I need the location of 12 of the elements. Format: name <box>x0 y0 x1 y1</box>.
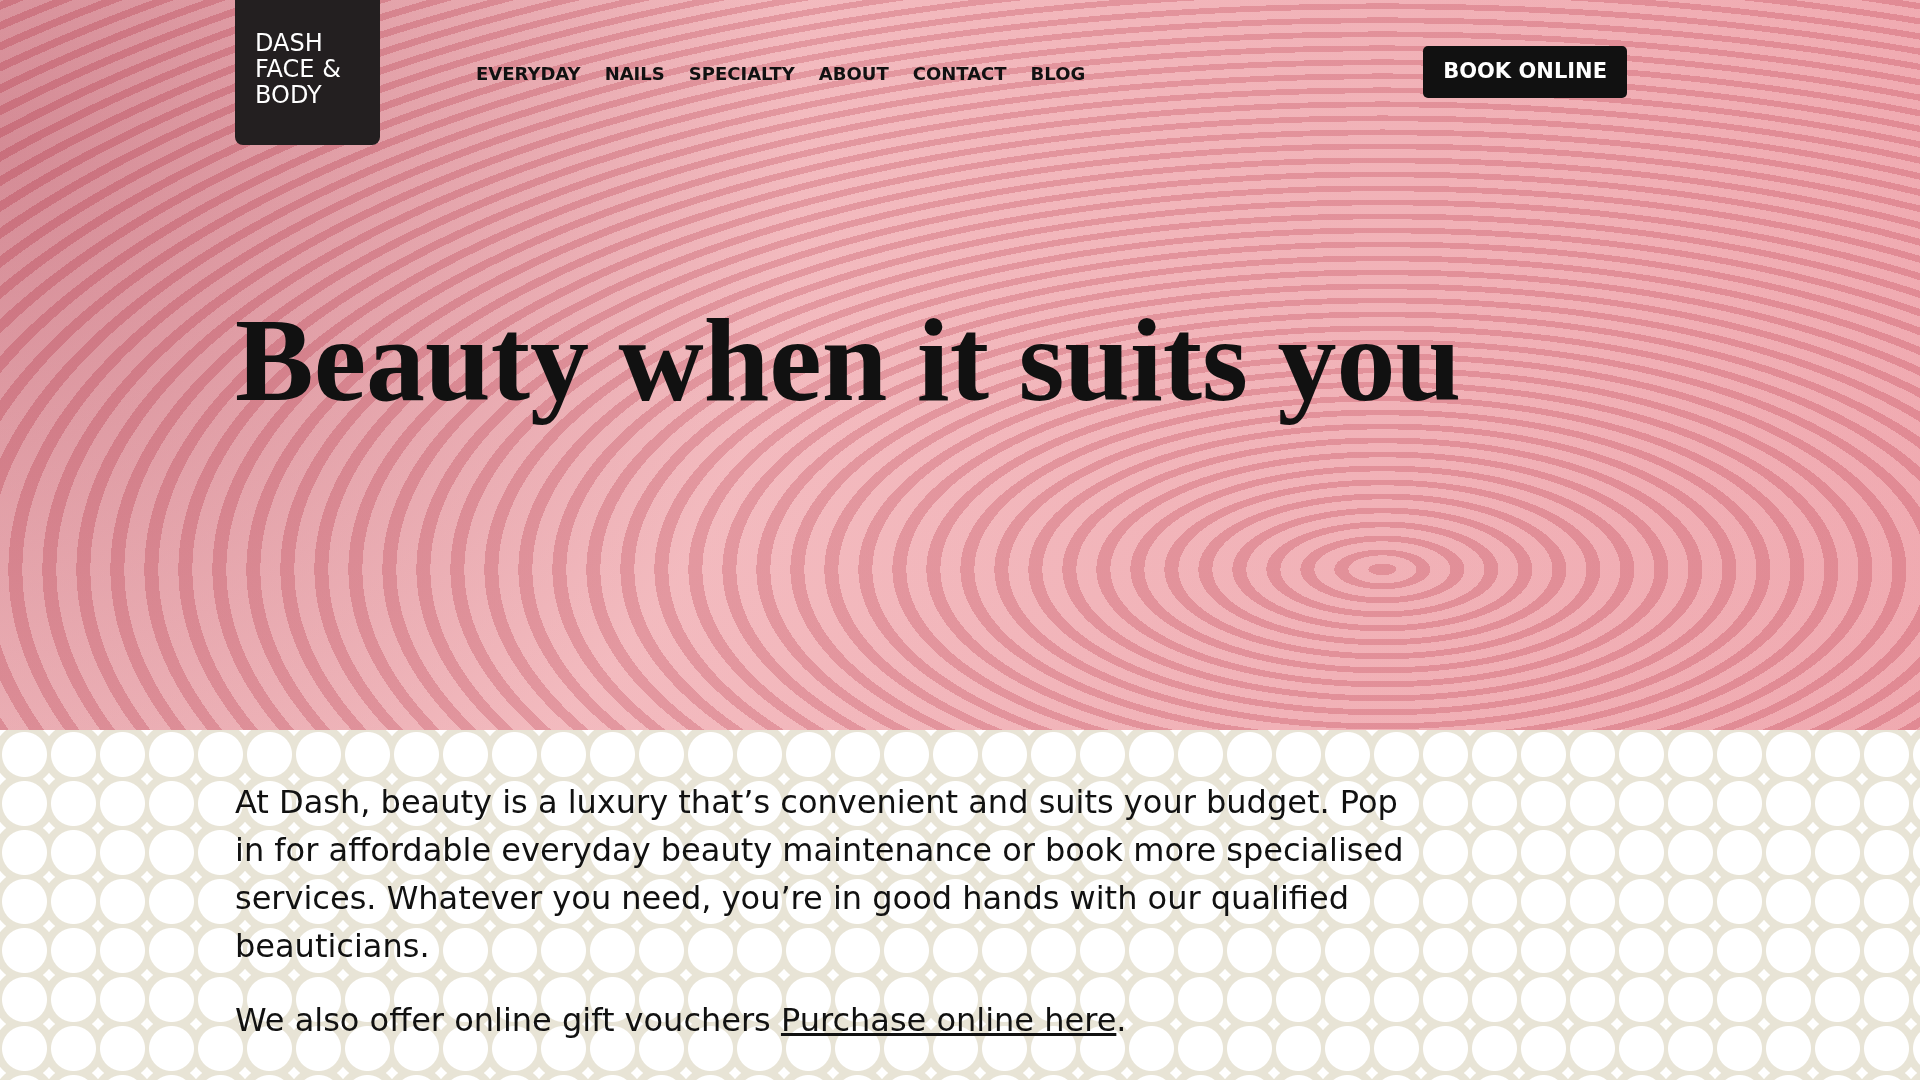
voucher-sentence: We also offer online gift vouchers Purchase online here. <box>235 1000 1128 1041</box>
nav-link[interactable]: EVERYDAY <box>476 60 581 87</box>
purchase-link[interactable]: Purchase online here <box>780 1001 1117 1039</box>
nav-link[interactable]: CONTACT <box>912 60 1007 87</box>
nav-link[interactable]: BLOG <box>1030 60 1086 87</box>
nav-link[interactable]: SPECIALTY <box>688 60 795 87</box>
logo[interactable]: DASH FACE & BODY <box>235 0 380 145</box>
nav-link[interactable]: NAILS <box>604 60 665 87</box>
nav-link[interactable]: ABOUT <box>818 60 889 87</box>
book-online-button[interactable]: BOOK ONLINE <box>1423 46 1627 98</box>
hero-heading: Beauty when it suits you <box>235 295 1462 428</box>
intro-paragraph: At Dash, beauty is a luxury that’s convenient and suits your budget. Pop in for affordable everyday beauty maintenance or book more specialised services. Whatever you need, you’re in good hands with our qualified beauticians. <box>235 782 1405 967</box>
